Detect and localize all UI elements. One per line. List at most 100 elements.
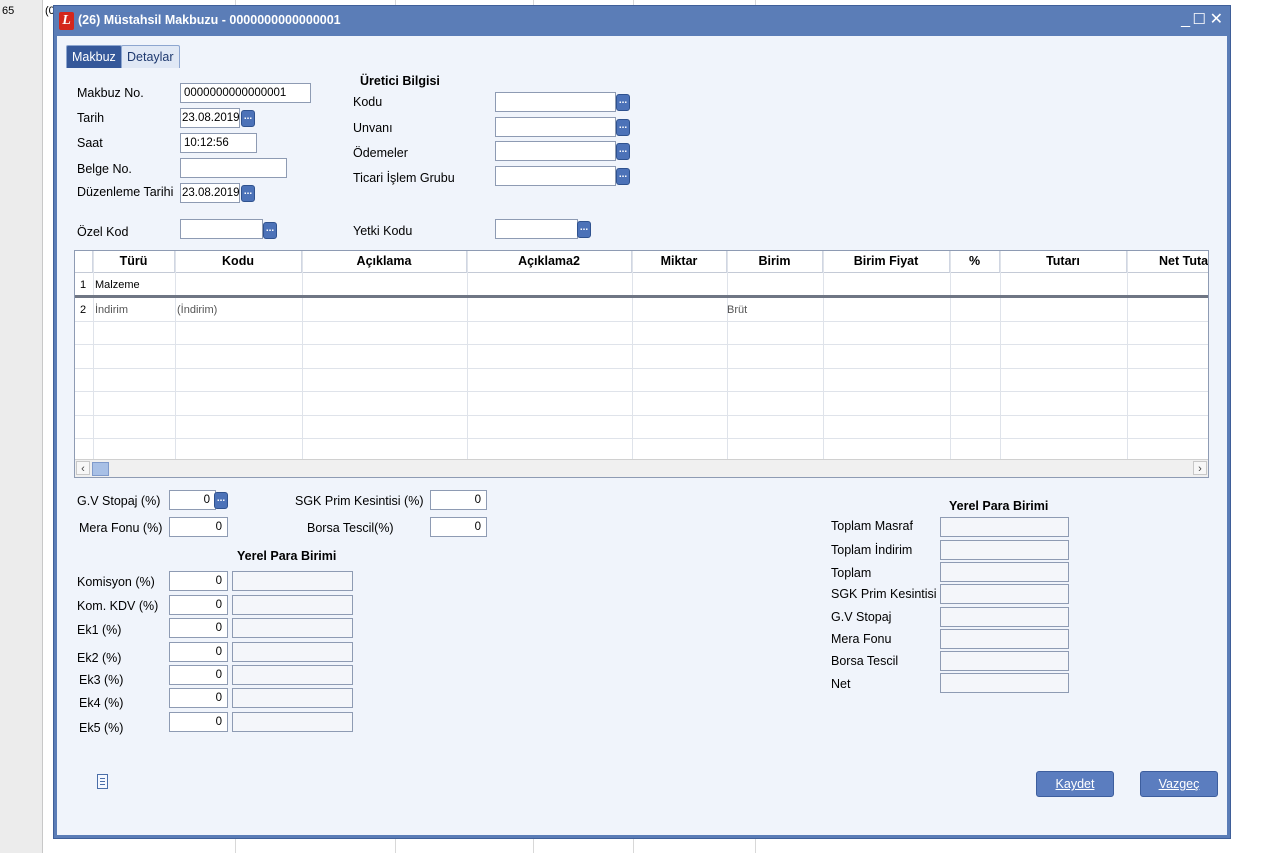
ek5-label: Ek5 (%) (79, 721, 124, 735)
makbuz-no-input[interactable]: 0000000000000001 (180, 83, 311, 103)
grid-header-net-tutar[interactable]: Net Tuta (1127, 251, 1208, 273)
grid-row-separator (75, 438, 1208, 439)
scroll-right-icon[interactable]: › (1193, 461, 1207, 475)
grid-row-separator-thick (75, 295, 1208, 298)
mera-fonu-input[interactable]: 0 (169, 517, 228, 537)
grid-cell-kodu[interactable]: (İndirim) (177, 304, 217, 316)
komisyon-rate-input[interactable]: 0 (169, 571, 228, 591)
grid-header-birim[interactable]: Birim (727, 251, 823, 273)
ek2-amount-field (232, 642, 353, 662)
sgk-prim-kesintisi-input[interactable]: 0 (430, 490, 487, 510)
kom-kdv-rate-input[interactable]: 0 (169, 595, 228, 615)
komisyon-label: Komisyon (%) (77, 575, 155, 589)
cancel-button[interactable]: Vazgeç (1140, 771, 1218, 797)
unvani-lookup-button[interactable]: ... (616, 119, 630, 136)
grid-column-divider (1127, 251, 1128, 459)
ozel-kod-input[interactable] (180, 219, 263, 239)
grid-header-birim-fiyat[interactable]: Birim Fiyat (823, 251, 950, 273)
borsa-tescil-input[interactable]: 0 (430, 517, 487, 537)
gv-stopaj-lookup-button[interactable]: ... (214, 492, 228, 509)
ozel-kod-label: Özel Kod (77, 225, 129, 239)
net-label: Net (831, 677, 851, 691)
grid-row-separator (75, 321, 1208, 322)
toplam-field (940, 562, 1069, 582)
belge-no-input[interactable] (180, 158, 287, 178)
odemeler-lookup-button[interactable]: ... (616, 143, 630, 160)
line-items-grid[interactable]: Türü Kodu Açıklama Açıklama2 Miktar Biri… (74, 250, 1209, 478)
tarih-input[interactable]: 23.08.2019 (180, 108, 240, 128)
tab-makbuz[interactable]: Makbuz (66, 45, 122, 68)
ek1-rate-input[interactable]: 0 (169, 618, 228, 638)
belge-no-label: Belge No. (77, 162, 132, 176)
grid-cell-turu[interactable]: Malzeme (95, 279, 140, 291)
toplam-indirim-label: Toplam İndirim (831, 543, 913, 557)
maximize-icon[interactable]: ☐ (1193, 11, 1206, 29)
grid-row-separator (75, 344, 1208, 345)
scrollbar-thumb[interactable] (92, 462, 109, 476)
odemeler-label: Ödemeler (353, 146, 408, 160)
duzenleme-tarihi-label: Düzenleme Tarihi (77, 185, 174, 199)
ek1-label: Ek1 (%) (77, 623, 122, 637)
grid-header-kodu[interactable]: Kodu (175, 251, 302, 273)
tab-detaylar[interactable]: Detaylar (121, 45, 180, 68)
ek2-rate-input[interactable]: 0 (169, 642, 228, 662)
grid-header-yuzde[interactable]: % (950, 251, 1000, 273)
yetki-kodu-input[interactable] (495, 219, 578, 239)
ek4-rate-input[interactable]: 0 (169, 688, 228, 708)
unvani-input[interactable] (495, 117, 616, 137)
minimize-icon[interactable]: _ (1181, 11, 1190, 29)
gv-stopaj-input[interactable]: 0 (169, 490, 216, 510)
grid-column-divider (93, 251, 94, 459)
toplam-label: Toplam (831, 566, 872, 580)
gv-stopaj-total-label: G.V Stopaj (831, 610, 892, 624)
grid-row-separator (75, 391, 1208, 392)
grid-header-aciklama[interactable]: Açıklama (302, 251, 467, 273)
receipt-window: L (26) Müstahsil Makbuzu - 0000000000000… (53, 5, 1231, 839)
yetki-kodu-lookup-button[interactable]: ... (577, 221, 591, 238)
grid-cell-birim[interactable]: Brüt (727, 304, 747, 316)
document-icon[interactable] (97, 774, 108, 789)
grid-header-miktar[interactable]: Miktar (632, 251, 727, 273)
toplam-masraf-label: Toplam Masraf (831, 519, 913, 533)
sgk-prim-kesintisi-label: SGK Prim Kesintisi (%) (295, 494, 424, 508)
grid-column-divider (467, 251, 468, 459)
ek5-amount-field (232, 712, 353, 732)
tarih-picker-button[interactable]: ... (241, 110, 255, 127)
grid-column-divider (632, 251, 633, 459)
borsa-tescil-label: Borsa Tescil(%) (307, 521, 394, 535)
unvani-label: Unvanı (353, 121, 393, 135)
ticari-islem-grubu-input[interactable] (495, 166, 616, 186)
komisyon-amount-field (232, 571, 353, 591)
duzenleme-tarihi-picker-button[interactable]: ... (241, 185, 255, 202)
grid-horizontal-scrollbar[interactable]: ‹ › (75, 459, 1208, 477)
grid-cell-turu[interactable]: İndirim (95, 304, 128, 316)
ek3-label: Ek3 (%) (79, 673, 124, 687)
ek1-amount-field (232, 618, 353, 638)
ek3-rate-input[interactable]: 0 (169, 665, 228, 685)
ek4-amount-field (232, 688, 353, 708)
komisyon-currency-title: Yerel Para Birimi (237, 549, 337, 563)
saat-input[interactable]: 10:12:56 (180, 133, 257, 153)
gv-stopaj-label: G.V Stopaj (%) (77, 494, 161, 508)
grid-column-divider (302, 251, 303, 459)
duzenleme-tarihi-input[interactable]: 23.08.2019 (180, 183, 240, 203)
uretici-kodu-lookup-button[interactable]: ... (616, 94, 630, 111)
close-icon[interactable]: ✕ (1210, 11, 1223, 29)
ticari-islem-grubu-lookup-button[interactable]: ... (616, 168, 630, 185)
grid-header-turu[interactable]: Türü (93, 251, 175, 273)
save-button[interactable]: Kaydet (1036, 771, 1114, 797)
borsa-tescil-total-label: Borsa Tescil (831, 654, 899, 668)
grid-column-divider (727, 251, 728, 459)
mera-fonu-label: Mera Fonu (%) (79, 521, 163, 535)
grid-header-tutari[interactable]: Tutarı (1000, 251, 1127, 273)
odemeler-input[interactable] (495, 141, 616, 161)
grid-column-divider (823, 251, 824, 459)
yetki-kodu-label: Yetki Kodu (353, 224, 413, 238)
title-bar[interactable]: L (26) Müstahsil Makbuzu - 0000000000000… (54, 6, 1230, 36)
grid-header-aciklama2[interactable]: Açıklama2 (467, 251, 632, 273)
borsa-tescil-total-field (940, 651, 1069, 671)
ozel-kod-lookup-button[interactable]: ... (263, 222, 277, 239)
ek5-rate-input[interactable]: 0 (169, 712, 228, 732)
scroll-left-icon[interactable]: ‹ (76, 461, 90, 475)
uretici-kodu-input[interactable] (495, 92, 616, 112)
